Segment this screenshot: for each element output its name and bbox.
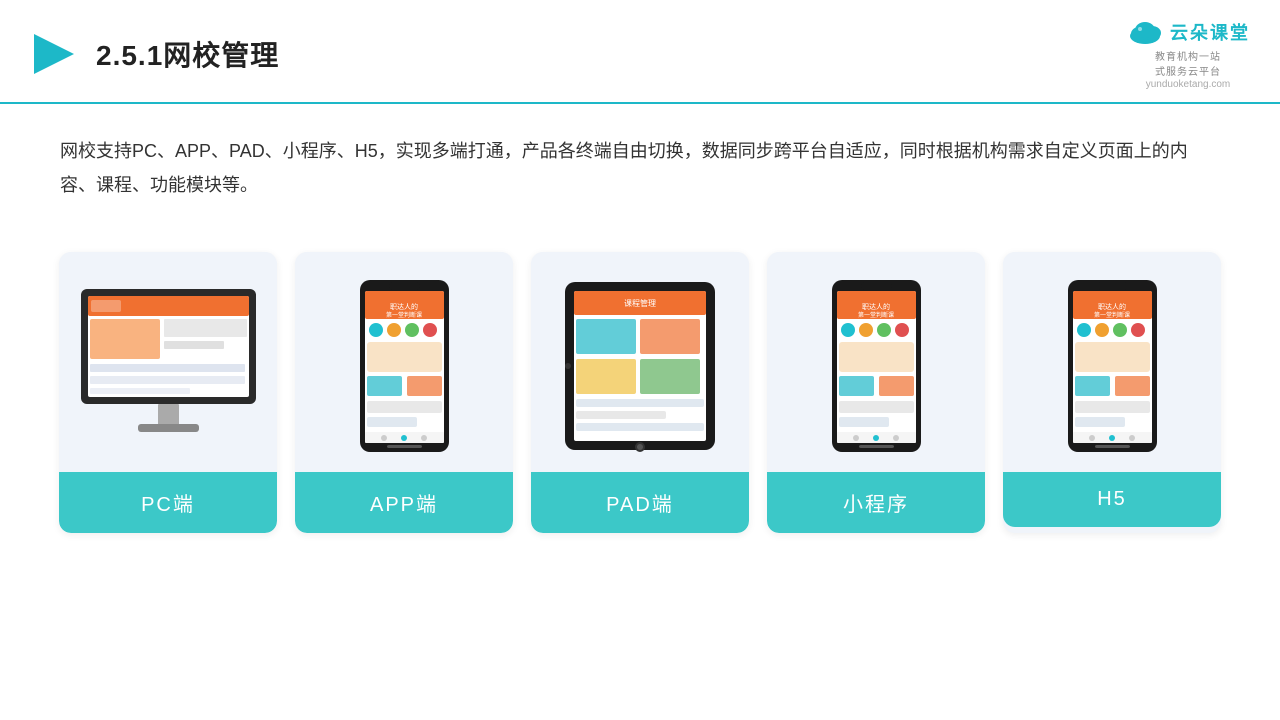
svg-text:职达人的: 职达人的 [1098, 302, 1126, 311]
card-h5-image: 职达人的 第一堂判断课 [1003, 252, 1221, 472]
card-pc-image [59, 252, 277, 472]
card-app: 职达人的 第一堂判断课 AP [295, 252, 513, 533]
pad-device-icon: 课程管理 [560, 277, 720, 455]
logo-area: 云朵课堂 教育机构一站式服务云平台 yunduoketang.com [1126, 18, 1250, 90]
card-pad-label: PAD端 [531, 472, 749, 533]
svg-text:职达人的: 职达人的 [390, 302, 418, 311]
description-content: 网校支持PC、APP、PAD、小程序、H5，实现多端打通，产品各终端自由切换，数… [60, 141, 1188, 195]
card-miniprogram-label: 小程序 [767, 472, 985, 533]
miniprogram-device-icon: 职达人的 第一堂判断课 [829, 277, 924, 455]
cards-area: PC端 职达人的 第一堂判断课 [0, 222, 1280, 533]
pc-device-icon [76, 284, 261, 449]
logo-cloud: 云朵课堂 [1126, 18, 1250, 46]
app-device-icon: 职达人的 第一堂判断课 [357, 277, 452, 455]
svg-text:第一堂判断课: 第一堂判断课 [1093, 311, 1129, 319]
card-app-image: 职达人的 第一堂判断课 [295, 252, 513, 472]
card-app-label: APP端 [295, 472, 513, 533]
svg-text:第一堂判断课: 第一堂判断课 [857, 311, 893, 319]
card-h5: 职达人的 第一堂判断课 H5 [1003, 252, 1221, 533]
description-text: 网校支持PC、APP、PAD、小程序、H5，实现多端打通，产品各终端自由切换，数… [0, 104, 1280, 212]
svg-text:职达人的: 职达人的 [862, 302, 890, 311]
card-miniprogram-image: 职达人的 第一堂判断课 [767, 252, 985, 472]
card-miniprogram: 职达人的 第一堂判断课 小程 [767, 252, 985, 533]
svg-text:第一堂判断课: 第一堂判断课 [385, 311, 421, 319]
page-title: 2.5.1网校管理 [96, 34, 279, 74]
logo-url: yunduoketang.com [1146, 79, 1231, 90]
card-h5-label: H5 [1003, 472, 1221, 527]
header: 2.5.1网校管理 云朵课堂 教育机构一站式服务云平台 yunduoketang… [0, 0, 1280, 104]
play-icon [30, 30, 78, 78]
card-pc: PC端 [59, 252, 277, 533]
logo-sub: 教育机构一站式服务云平台 [1155, 48, 1221, 78]
card-pad-image: 课程管理 [531, 252, 749, 472]
h5-device-icon: 职达人的 第一堂判断课 [1065, 277, 1160, 455]
card-pc-label: PC端 [59, 472, 277, 533]
logo-text: 云朵课堂 [1170, 19, 1250, 45]
card-pad: 课程管理 PAD端 [531, 252, 749, 533]
cloud-icon [1126, 18, 1164, 46]
svg-text:课程管理: 课程管理 [624, 298, 656, 308]
header-left: 2.5.1网校管理 [30, 30, 279, 78]
